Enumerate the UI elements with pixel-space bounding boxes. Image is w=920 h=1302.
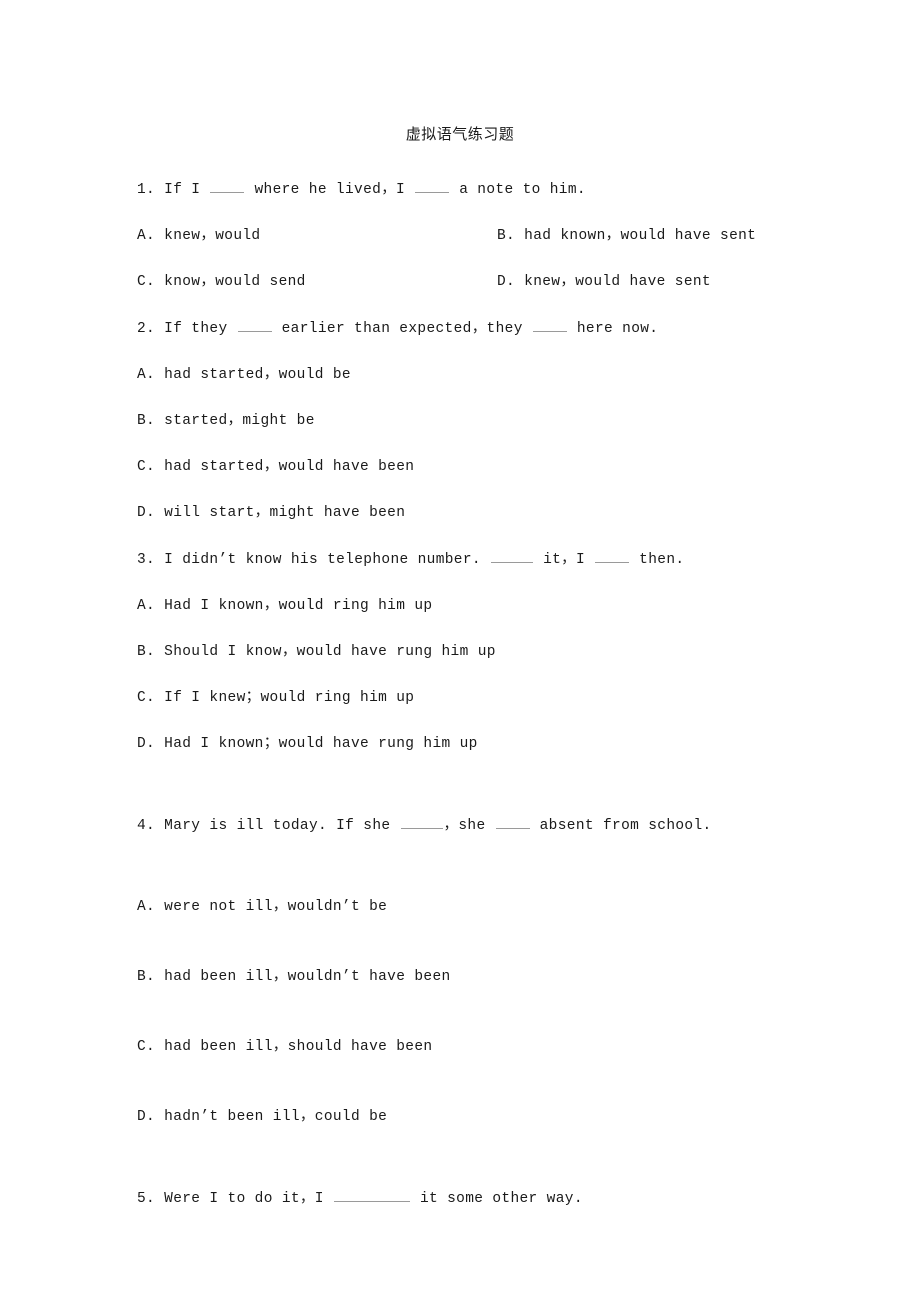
option-q4-c[interactable]: C. had been ill，should have been — [137, 1038, 837, 1056]
option-q1-b[interactable]: B. had known，would have sent — [497, 227, 756, 245]
option-q3-b[interactable]: B. Should I know，would have rung him up — [137, 643, 837, 661]
questions-container: 1. If I where he lived，I a note to him. … — [137, 180, 837, 1208]
option-q4-a[interactable]: A. were not ill，wouldn’t be — [137, 898, 837, 916]
blank-q2-1[interactable] — [237, 319, 272, 332]
blank-q4-1[interactable] — [400, 816, 443, 829]
question-stem-q3-part2: it，I — [534, 552, 595, 568]
question-stem-q1-part3: a note to him. — [450, 182, 586, 198]
question-stem-q5: 5. Were I to do it，I it some other way. — [137, 1189, 837, 1208]
question-stem-q5-part2: it some other way. — [410, 1191, 583, 1207]
question-stem-q1-part1: 1. If I — [137, 182, 210, 198]
question-stem-q2-part3: here now. — [567, 321, 659, 337]
option-row-q1-cd: C. know，would send D. knew，would have sen… — [137, 273, 837, 291]
option-q4-b[interactable]: B. had been ill，wouldn’t have been — [137, 968, 837, 986]
blank-q3-1[interactable] — [491, 550, 534, 563]
question-stem-q4-part1: 4. Mary is ill today. If she — [137, 818, 400, 834]
question-stem-q5-part1: 5. Were I to do it，I — [137, 1191, 333, 1207]
option-q2-d[interactable]: D. will start，might have been — [137, 504, 837, 522]
question-stem-q2-part2: earlier than expected，they — [272, 321, 532, 337]
blank-q1-2[interactable] — [415, 180, 450, 193]
question-stem-q3-part3: then. — [630, 552, 685, 568]
option-q3-a[interactable]: A. Had I known，would ring him up — [137, 597, 837, 615]
question-stem-q4-part3: absent from school. — [530, 818, 712, 834]
question-stem-q2: 2. If they earlier than expected，they he… — [137, 319, 837, 338]
option-q1-a[interactable]: A. knew，would — [137, 227, 497, 245]
blank-q3-2[interactable] — [595, 550, 630, 563]
option-q1-d[interactable]: D. knew，would have sent — [497, 273, 711, 291]
question-stem-q1: 1. If I where he lived，I a note to him. — [137, 180, 837, 199]
option-q4-d[interactable]: D. hadn’t been ill，could be — [137, 1108, 837, 1126]
question-stem-q4-part2: ，she — [443, 818, 495, 834]
blank-q4-2[interactable] — [495, 816, 530, 829]
option-q3-d[interactable]: D. Had I known；would have rung him up — [137, 735, 837, 753]
question-stem-q3: 3. I didn’t know his telephone number. i… — [137, 550, 837, 569]
option-q2-b[interactable]: B. started，might be — [137, 412, 837, 430]
question-stem-q2-part1: 2. If they — [137, 321, 237, 337]
option-q2-c[interactable]: C. had started，would have been — [137, 458, 837, 476]
question-stem-q1-part2: where he lived，I — [245, 182, 415, 198]
blank-q2-2[interactable] — [532, 319, 567, 332]
question-stem-q4: 4. Mary is ill today. If she ，she absent… — [137, 816, 837, 835]
blank-q5-1[interactable] — [333, 1189, 410, 1202]
option-q2-a[interactable]: A. had started，would be — [137, 366, 837, 384]
option-row-q1-ab: A. knew，would B. had known，would have sen… — [137, 227, 837, 245]
blank-q1-1[interactable] — [210, 180, 245, 193]
question-stem-q3-part1: 3. I didn’t know his telephone number. — [137, 552, 491, 568]
worksheet-page: 虚拟语气练习题 1. If I where he lived，I a note … — [0, 0, 920, 1302]
option-q3-c[interactable]: C. If I knew；would ring him up — [137, 689, 837, 707]
page-title: 虚拟语气练习题 — [405, 125, 515, 143]
option-q1-c[interactable]: C. know，would send — [137, 273, 497, 291]
